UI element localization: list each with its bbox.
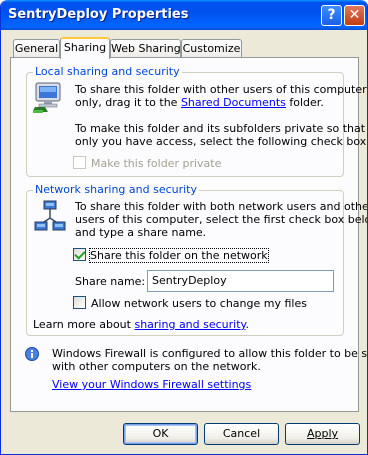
ok-button[interactable]: OK: [123, 423, 198, 445]
tab-strip: General Sharing Web Sharing Customize: [1, 37, 367, 59]
share-name-input[interactable]: SentryDeploy: [147, 270, 334, 292]
sharing-panel: Local sharing and security To share this…: [10, 57, 367, 412]
local-text2-line1: To make this folder and its subfolders p…: [75, 122, 366, 135]
local-text1-line2: only, drag it to the Shared Documents fo…: [75, 96, 367, 109]
local-text1-suffix: folder.: [285, 96, 324, 109]
properties-window: SentryDeploy Properties ? ✕ General Shar…: [0, 0, 368, 455]
window-title: SentryDeploy Properties: [8, 7, 189, 22]
learn-more-prefix: Learn more about: [33, 318, 135, 331]
firewall-text-line2: with other computers on the network.: [52, 360, 261, 373]
firewall-settings-link[interactable]: View your Windows Firewall settings: [52, 378, 251, 391]
share-folder-label[interactable]: Share this folder on the network: [89, 248, 269, 263]
close-button[interactable]: ✕: [344, 5, 365, 26]
share-folder-checkbox[interactable]: [73, 248, 86, 261]
tab-sharing[interactable]: Sharing: [60, 37, 110, 59]
help-button[interactable]: ?: [321, 5, 342, 26]
tab-web-sharing[interactable]: Web Sharing: [110, 39, 181, 58]
network-sharing-legend: Network sharing and security: [33, 183, 200, 196]
tab-customize[interactable]: Customize: [181, 39, 242, 58]
learn-more-suffix: .: [245, 318, 249, 331]
share-name-label: Share name:: [75, 275, 146, 288]
network-text-line2: users of this computer, select the first…: [75, 213, 368, 226]
make-private-checkbox[interactable]: [73, 156, 86, 169]
shared-documents-link[interactable]: Shared Documents: [181, 96, 286, 109]
network-sharing-icon: [34, 200, 66, 231]
network-text-line3: and type a share name.: [75, 226, 207, 239]
cancel-button[interactable]: Cancel: [204, 423, 279, 445]
apply-button-label: Apply: [306, 427, 339, 440]
network-sharing-text: To share this folder with both network u…: [75, 200, 368, 239]
tab-general[interactable]: General: [13, 39, 60, 58]
local-sharing-text-1: To share this folder with other users of…: [75, 83, 367, 109]
firewall-text-line1: Windows Firewall is configured to allow …: [52, 347, 368, 360]
local-text1-prefix: only, drag it to the: [75, 96, 181, 109]
make-private-label[interactable]: Make this folder private: [91, 157, 221, 170]
local-sharing-legend: Local sharing and security: [33, 65, 182, 78]
computer-sharing-icon: [33, 82, 61, 113]
local-text1-line1: To share this folder with other users of…: [75, 83, 367, 96]
allow-change-checkbox[interactable]: [73, 296, 86, 309]
info-icon: [25, 347, 39, 361]
local-sharing-text-2: To make this folder and its subfolders p…: [75, 122, 368, 148]
apply-button[interactable]: Apply: [285, 423, 360, 445]
network-text-line1: To share this folder with both network u…: [75, 200, 368, 213]
allow-change-label[interactable]: Allow network users to change my files: [91, 297, 307, 310]
local-text2-line2: only you have access, select the followi…: [75, 135, 368, 148]
sharing-security-link[interactable]: sharing and security: [134, 318, 245, 331]
firewall-text: Windows Firewall is configured to allow …: [52, 347, 368, 373]
share-name-value: SentryDeploy: [152, 274, 227, 287]
learn-more-line: Learn more about sharing and security.: [33, 318, 249, 331]
title-bar[interactable]: SentryDeploy Properties ? ✕: [1, 0, 367, 30]
